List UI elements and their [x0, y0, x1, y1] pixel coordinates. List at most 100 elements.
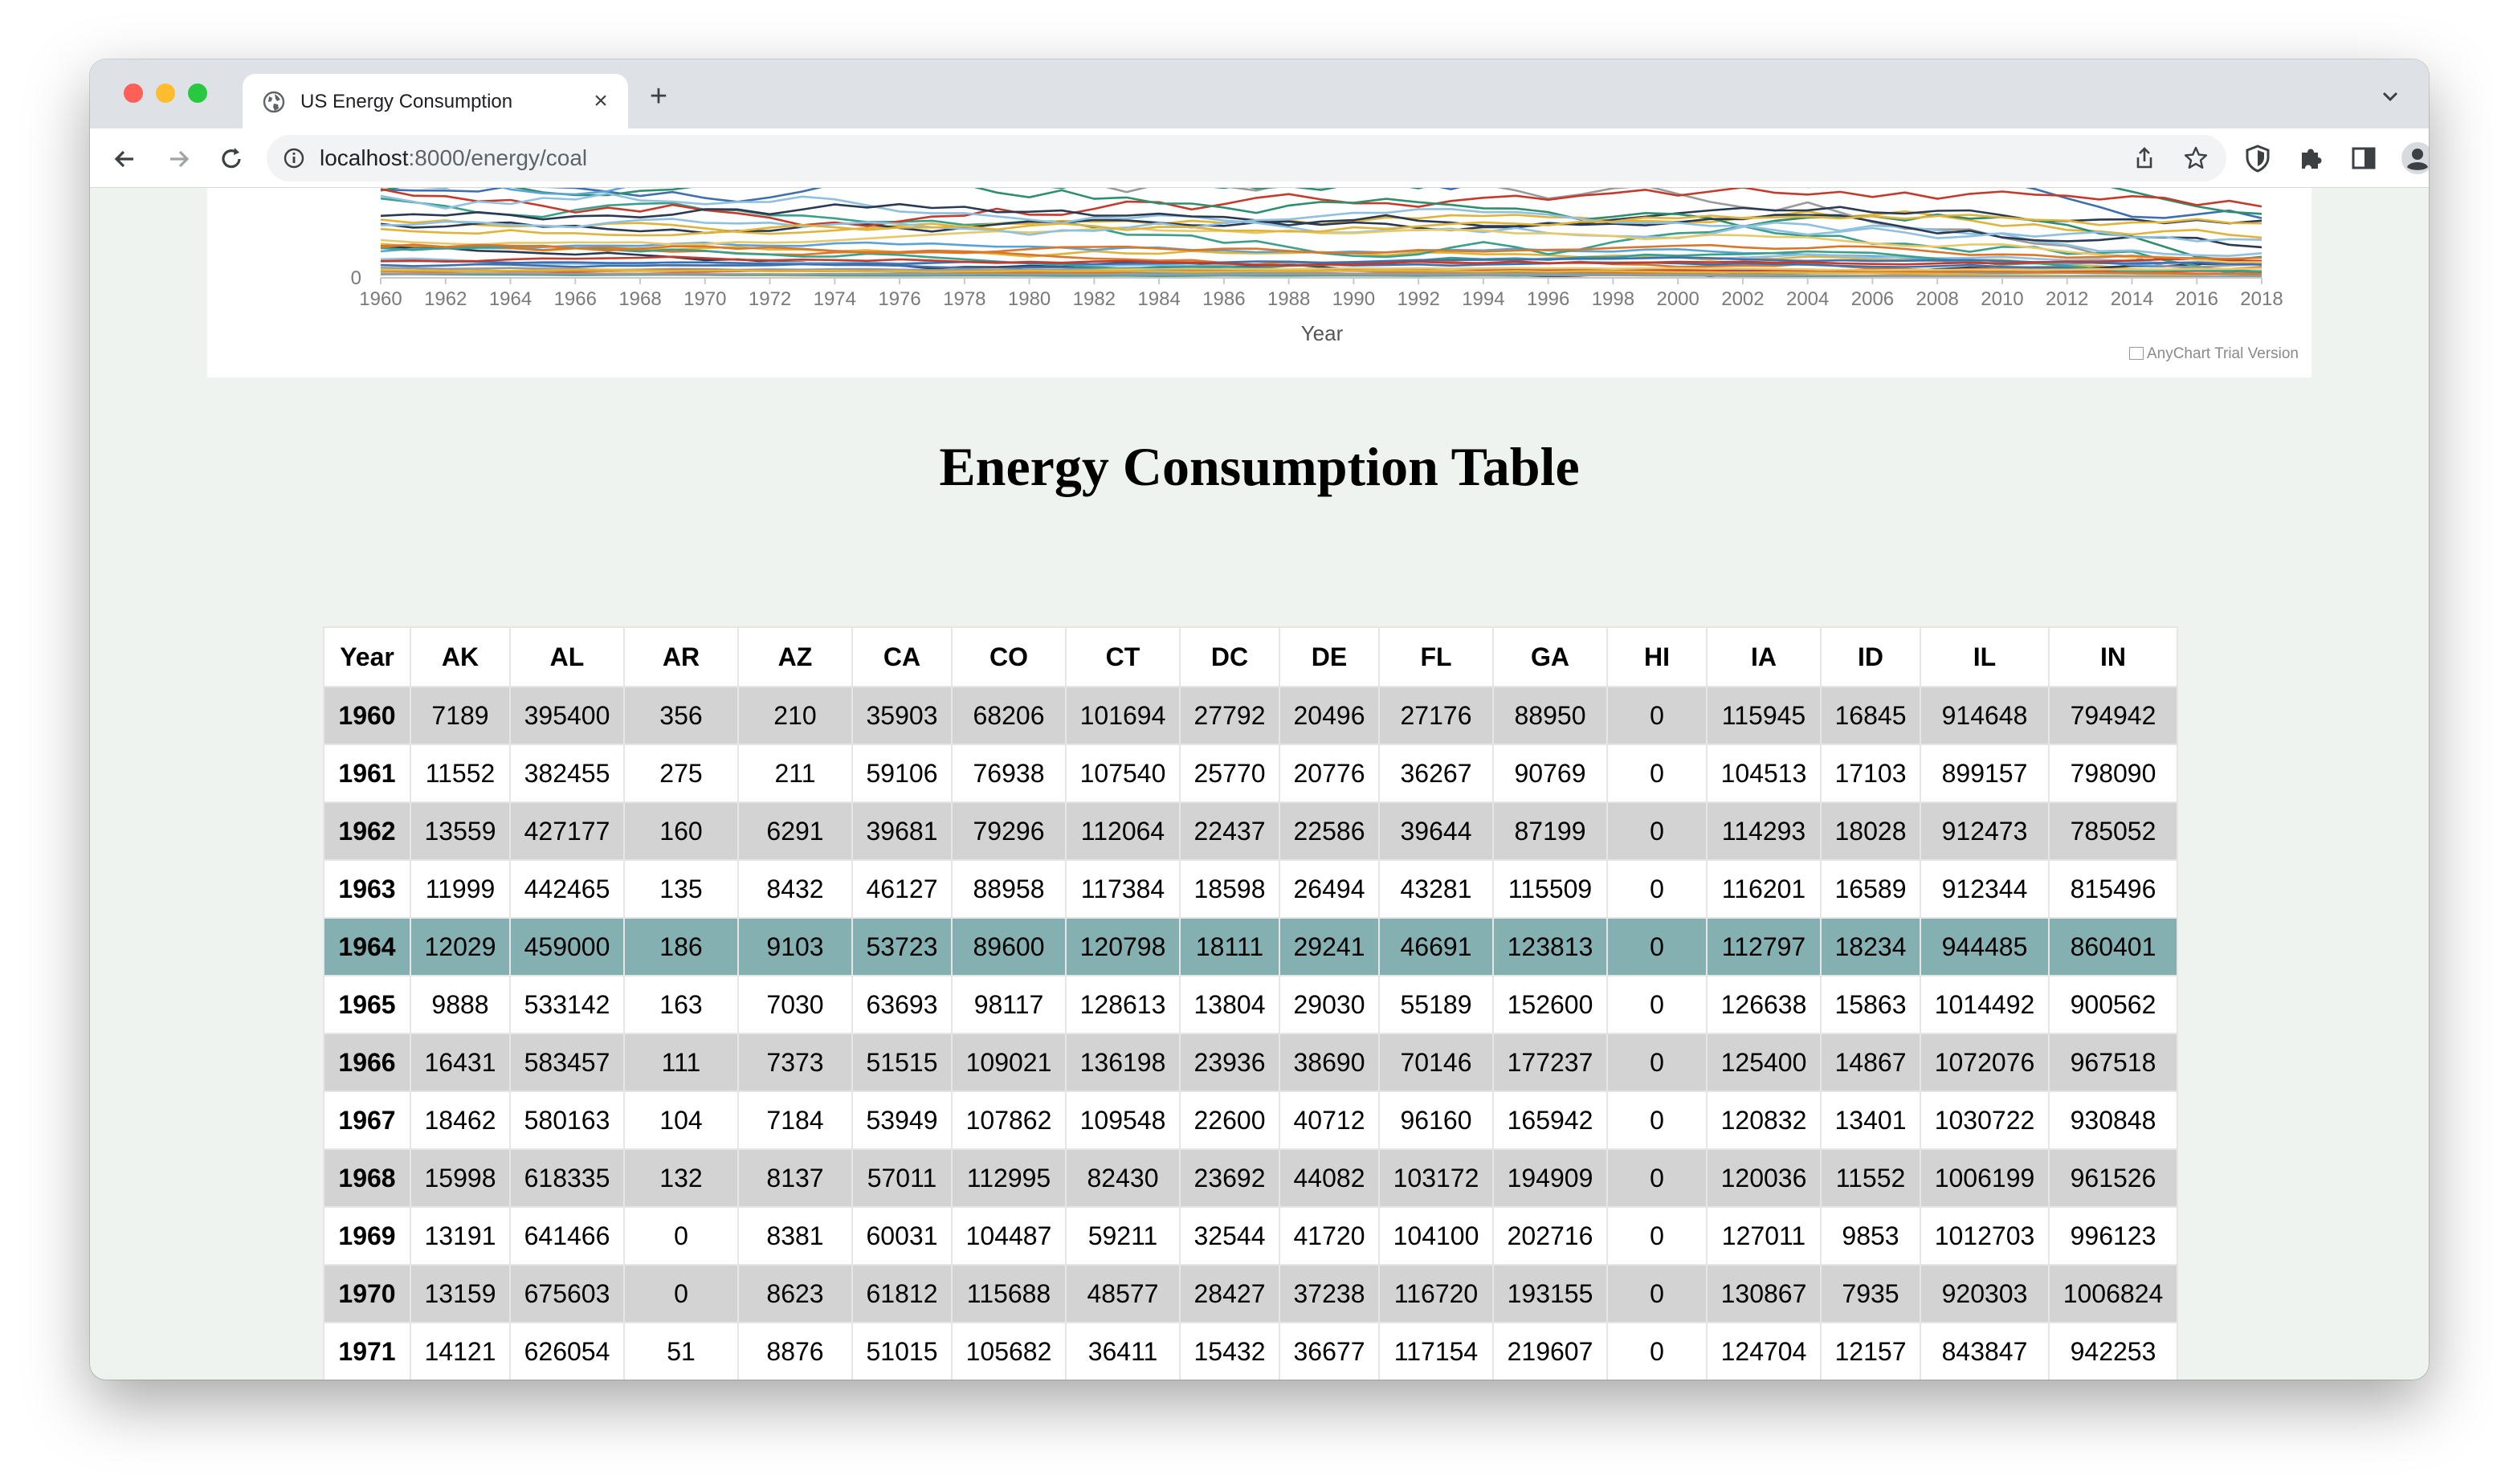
- table-cell: 23936: [1179, 1033, 1280, 1092]
- table-cell: 15863: [1820, 975, 1921, 1034]
- back-icon[interactable]: [109, 143, 141, 175]
- table-cell: 15998: [410, 1148, 511, 1208]
- table-cell: 132: [623, 1148, 739, 1208]
- browser-window: US Energy Consumption × + localhost:8000…: [90, 59, 2429, 1380]
- table-cell: 16845: [1820, 686, 1921, 745]
- x-tick-label: 1978: [943, 288, 985, 310]
- table-cell: 7935: [1820, 1264, 1921, 1323]
- extensions-icon[interactable]: [2295, 143, 2326, 173]
- x-tick-label: 1964: [489, 288, 532, 310]
- row-year-cell: 1966: [323, 1033, 411, 1092]
- close-window-button[interactable]: [124, 84, 143, 103]
- table-cell: 1014492: [1920, 975, 2050, 1034]
- table-cell: 116201: [1706, 859, 1822, 919]
- table-row[interactable]: 1962 13559 427177 160 6291 39681 79296 112064 22…: [323, 801, 2178, 861]
- table-cell: 130867: [1706, 1264, 1822, 1323]
- table-cell: 39644: [1378, 801, 1494, 861]
- column-header-az: AZ: [737, 626, 853, 687]
- table-cell: 25770: [1179, 744, 1280, 803]
- x-tick-label: 1972: [749, 288, 791, 310]
- table-cell: 356: [623, 686, 739, 745]
- y-tick-label-zero: 0: [351, 267, 361, 289]
- table-cell: 0: [623, 1264, 739, 1323]
- tab-us-energy-consumption[interactable]: US Energy Consumption ×: [243, 74, 628, 128]
- tab-close-icon[interactable]: ×: [588, 88, 614, 114]
- page-content[interactable]: 1960 1962 1964 1966 1968 1970 1972 1974 1976 1978…: [90, 188, 2429, 1380]
- address-bar[interactable]: localhost:8000/energy/coal: [267, 135, 2226, 181]
- profile-icon[interactable]: [2400, 141, 2429, 176]
- table-row[interactable]: 1970 13159 675603 0 8623 61812 115688 48577 2842…: [323, 1264, 2178, 1323]
- table-cell: 32544: [1179, 1206, 1280, 1266]
- x-tick-label: 1986: [1202, 288, 1245, 310]
- x-tick-label: 1990: [1332, 288, 1375, 310]
- maximize-window-button[interactable]: [188, 84, 207, 103]
- info-icon[interactable]: [283, 147, 305, 169]
- table-cell: 46127: [851, 859, 953, 919]
- table-cell: 109548: [1065, 1091, 1181, 1150]
- table-cell: 794942: [2048, 686, 2178, 745]
- column-header-ga: GA: [1492, 626, 1608, 687]
- table-cell: 9103: [737, 917, 853, 976]
- x-tick-label: 2016: [2176, 288, 2218, 310]
- table-row[interactable]: 1967 18462 580163 104 7184 53949 107862 109548 2…: [323, 1091, 2178, 1150]
- table-cell: 914648: [1920, 686, 2050, 745]
- table-title: Energy Consumption Table: [939, 436, 1580, 497]
- side-panel-icon[interactable]: [2348, 143, 2379, 173]
- table-cell: 798090: [2048, 744, 2178, 803]
- table-row[interactable]: 1966 16431 583457 111 7373 51515 109021 136198 2…: [323, 1033, 2178, 1092]
- table-cell: 0: [1606, 801, 1708, 861]
- table-cell: 70146: [1378, 1033, 1494, 1092]
- table-cell: 12157: [1820, 1322, 1921, 1380]
- row-year-cell: 1971: [323, 1322, 411, 1380]
- energy-consumption-table: Year AK AL AR AZ CA CO CT DC DE FL GA HI IA ID IL IN 196…: [323, 626, 2178, 1380]
- x-tick-label: 2006: [1851, 288, 1894, 310]
- share-icon[interactable]: [2132, 145, 2157, 171]
- table-cell: 160: [623, 801, 739, 861]
- line-chart[interactable]: 1960 1962 1964 1966 1968 1970 1972 1974 1976 1978…: [207, 188, 2311, 377]
- table-cell: 59106: [851, 744, 953, 803]
- table-cell: 202716: [1492, 1206, 1608, 1266]
- reload-icon[interactable]: [215, 143, 247, 175]
- table-cell: 101694: [1065, 686, 1181, 745]
- table-row[interactable]: 1961 11552 382455 275 211 59106 76938 107540 257…: [323, 744, 2178, 803]
- forward-icon[interactable]: [162, 143, 194, 175]
- minimize-window-button[interactable]: [156, 84, 175, 103]
- table-row[interactable]: 1960 7189 395400 356 210 35903 68206 101694 2779…: [323, 686, 2178, 745]
- table-cell: 7184: [737, 1091, 853, 1150]
- star-icon[interactable]: [2183, 145, 2209, 171]
- table-cell: 11552: [1820, 1148, 1921, 1208]
- table-cell: 27176: [1378, 686, 1494, 745]
- table-row[interactable]: 1965 9888 533142 163 7030 63693 98117 128613 138…: [323, 975, 2178, 1034]
- table-row[interactable]: 1971 14121 626054 51 8876 51015 105682 36411 154…: [323, 1322, 2178, 1380]
- new-tab-button[interactable]: +: [644, 81, 673, 112]
- table-cell: 44082: [1279, 1148, 1380, 1208]
- column-header-in: IN: [2048, 626, 2178, 687]
- chart-credit[interactable]: AnyChart Trial Version: [2128, 345, 2299, 363]
- table-cell: 210: [737, 686, 853, 745]
- table-cell: 53949: [851, 1091, 953, 1150]
- table-cell: 120798: [1065, 917, 1181, 976]
- x-tick-label: 2010: [1981, 288, 2023, 310]
- table-cell: 7373: [737, 1033, 853, 1092]
- shield-icon[interactable]: [2242, 143, 2273, 173]
- table-cell: 930848: [2048, 1091, 2178, 1150]
- table-cell: 29241: [1279, 917, 1380, 976]
- table-row[interactable]: 1964 12029 459000 186 9103 53723 89600 120798 18…: [323, 917, 2178, 976]
- table-cell: 583457: [509, 1033, 625, 1092]
- table-cell: 61812: [851, 1264, 953, 1323]
- table-cell: 8623: [737, 1264, 853, 1323]
- x-tick-label: 2014: [2111, 288, 2153, 310]
- table-cell: 48577: [1065, 1264, 1181, 1323]
- table-cell: 16589: [1820, 859, 1921, 919]
- table-row[interactable]: 1963 11999 442465 135 8432 46127 88958 117384 18…: [323, 859, 2178, 919]
- url-text[interactable]: localhost:8000/energy/coal: [320, 146, 587, 170]
- x-tick-label: 1966: [554, 288, 597, 310]
- table-row[interactable]: 1969 13191 641466 0 8381 60031 104487 59211 3254…: [323, 1206, 2178, 1266]
- column-header-ar: AR: [623, 626, 739, 687]
- table-cell: 22600: [1179, 1091, 1280, 1150]
- tab-dropdown-icon[interactable]: [2376, 82, 2405, 111]
- table-cell: 395400: [509, 686, 625, 745]
- table-cell: 165942: [1492, 1091, 1608, 1150]
- table-row[interactable]: 1968 15998 618335 132 8137 57011 112995 82430 23…: [323, 1148, 2178, 1208]
- column-header-fl: FL: [1378, 626, 1494, 687]
